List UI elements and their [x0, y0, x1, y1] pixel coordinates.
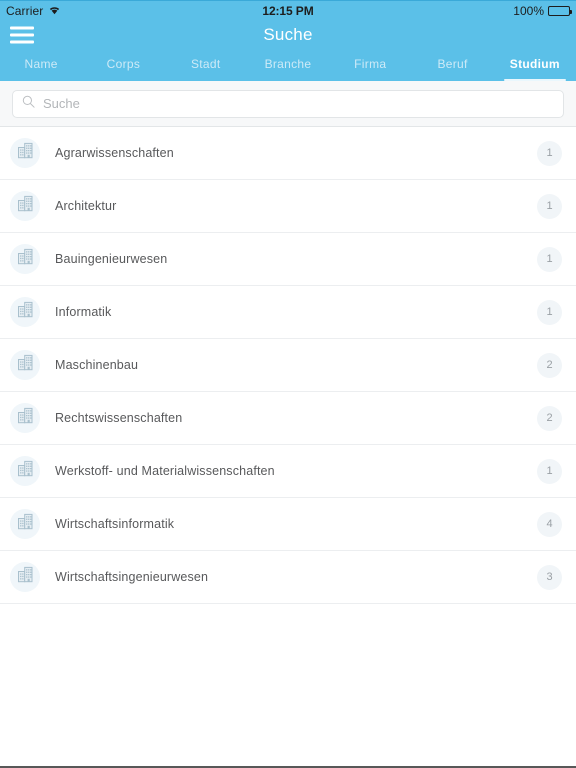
list-item[interactable]: Rechtswissenschaften 2	[0, 392, 576, 445]
list-item-label: Architektur	[55, 199, 117, 213]
list-item-label: Werkstoff- und Materialwissenschaften	[55, 464, 275, 478]
avatar	[10, 191, 40, 221]
list-item-label: Wirtschaftsinformatik	[55, 517, 175, 531]
list-item[interactable]: Werkstoff- und Materialwissenschaften 1	[0, 445, 576, 498]
hamburger-menu-icon[interactable]	[10, 26, 34, 44]
battery-full-icon	[548, 5, 572, 16]
tab-studium[interactable]: Studium	[494, 50, 576, 81]
avatar	[10, 509, 40, 539]
avatar	[10, 562, 40, 592]
list-item-label: Wirtschaftsingenieurwesen	[55, 570, 209, 584]
clock-label: 12:15 PM	[262, 3, 314, 18]
search-box[interactable]	[12, 89, 564, 118]
app-root: Carrier 12:15 PM 100% Suche Name Corps S…	[0, 0, 576, 768]
count-badge: 2	[537, 352, 562, 378]
avatar	[10, 403, 40, 433]
list-item[interactable]: Wirtschaftsinformatik 4	[0, 498, 576, 551]
list-item[interactable]: Maschinenbau 2	[0, 339, 576, 392]
list-item[interactable]: Agrarwissenschaften 1	[0, 127, 576, 180]
nav-bar: Suche	[0, 20, 576, 50]
count-badge: 3	[537, 564, 562, 590]
tab-name[interactable]: Name	[0, 50, 82, 81]
tab-label: Studium	[509, 57, 560, 71]
building-icon	[17, 354, 34, 376]
count-badge: 1	[537, 193, 562, 219]
tab-label: Branche	[264, 57, 312, 71]
building-icon	[17, 513, 34, 535]
tab-beruf[interactable]: Beruf	[411, 50, 493, 81]
list-item-label: Agrarwissenschaften	[55, 146, 174, 160]
list-empty-area	[0, 604, 576, 764]
building-icon	[17, 248, 34, 270]
avatar	[10, 244, 40, 274]
studium-list: Agrarwissenschaften 1 Architektur 1 Baui…	[0, 127, 576, 766]
tab-bar: Name Corps Stadt Branche Firma Beruf Stu…	[0, 50, 576, 81]
list-item-label: Maschinenbau	[55, 358, 139, 372]
tab-label: Beruf	[437, 57, 468, 71]
tab-corps[interactable]: Corps	[82, 50, 164, 81]
search-input[interactable]	[43, 96, 554, 111]
tab-firma[interactable]: Firma	[329, 50, 411, 81]
search-bar-container	[0, 81, 576, 127]
avatar	[10, 456, 40, 486]
avatar	[10, 138, 40, 168]
count-badge: 1	[537, 140, 562, 166]
avatar	[10, 350, 40, 380]
building-icon	[17, 407, 34, 429]
count-badge: 1	[537, 299, 562, 325]
building-icon	[17, 460, 34, 482]
avatar	[10, 297, 40, 327]
count-badge: 1	[537, 246, 562, 272]
count-badge: 1	[537, 458, 562, 484]
building-icon	[17, 142, 34, 164]
building-icon	[17, 301, 34, 323]
list-item-label: Bauingenieurwesen	[55, 252, 168, 266]
status-bar-right: 100%	[513, 3, 572, 18]
building-icon	[17, 195, 34, 217]
status-bar: Carrier 12:15 PM 100%	[0, 0, 576, 20]
list-item-label: Rechtswissenschaften	[55, 411, 183, 425]
list-item[interactable]: Bauingenieurwesen 1	[0, 233, 576, 286]
list-item[interactable]: Wirtschaftsingenieurwesen 3	[0, 551, 576, 604]
tab-label: Name	[24, 57, 58, 71]
building-icon	[17, 566, 34, 588]
tab-branche[interactable]: Branche	[247, 50, 329, 81]
count-badge: 4	[537, 511, 562, 537]
list-item[interactable]: Informatik 1	[0, 286, 576, 339]
tab-label: Firma	[354, 57, 387, 71]
tab-stadt[interactable]: Stadt	[165, 50, 247, 81]
tab-label: Stadt	[190, 57, 221, 71]
page-title: Suche	[263, 25, 313, 44]
battery-percent-label: 100%	[513, 3, 544, 18]
search-icon	[22, 95, 35, 113]
tab-label: Corps	[106, 57, 141, 71]
count-badge: 2	[537, 405, 562, 431]
list-item-label: Informatik	[55, 305, 112, 319]
list-item[interactable]: Architektur 1	[0, 180, 576, 233]
